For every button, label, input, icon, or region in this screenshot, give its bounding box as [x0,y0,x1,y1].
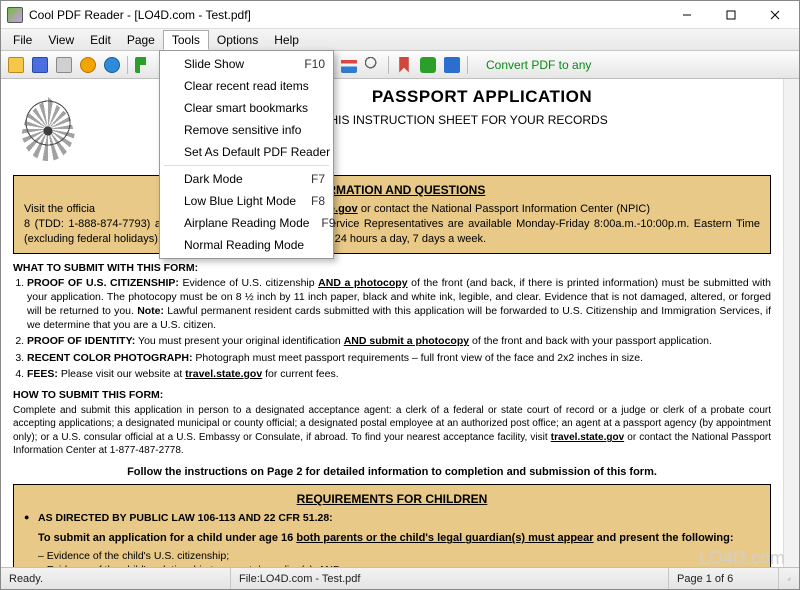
children-dash-list: Evidence of the child's U.S. citizenship… [24,549,760,567]
resize-grip-icon[interactable] [779,568,799,589]
dd-airplane[interactable]: Airplane Reading ModeF9 [160,212,333,234]
toolbar-separator [467,56,468,74]
settings-icon[interactable] [417,54,439,76]
info-box: INFORMATION AND QUESTIONS Visit the offi… [13,175,771,254]
how-to-submit-header: HOW TO SUBMIT THIS FORM: [13,389,771,401]
content-area: XXXXXXXX PASSPORT APPLICATION XXXXX AIN … [1,79,799,567]
list-item: PROOF OF U.S. CITIZENSHIP: Evidence of U… [27,276,771,333]
dd-set-default[interactable]: Set As Default PDF Reader [160,141,333,163]
chart-icon[interactable] [338,54,360,76]
app-icon [7,7,23,23]
dd-remove-sensitive[interactable]: Remove sensitive info [160,119,333,141]
close-button[interactable] [753,2,797,28]
list-item: RECENT COLOR PHOTOGRAPH: Photograph must… [27,351,771,365]
app-window: Cool PDF Reader - [LO4D.com - Test.pdf] … [0,0,800,590]
open-icon[interactable] [5,54,27,76]
exit-icon[interactable] [441,54,463,76]
dd-dark-mode[interactable]: Dark ModeF7 [160,168,333,190]
dd-normal[interactable]: Normal Reading Mode [160,234,333,256]
save-icon[interactable] [29,54,51,76]
menu-page[interactable]: Page [119,31,163,49]
follow-instruction: Follow the instructions on Page 2 for de… [13,466,771,478]
status-ready: Ready. [1,568,231,589]
info-box-body: Visit the officiae at travel.state.gov o… [24,202,760,247]
minimize-button[interactable] [665,2,709,28]
dd-slide-show[interactable]: Slide ShowF10 [160,53,333,75]
list-item: PROOF OF IDENTITY: You must present your… [27,334,771,348]
dd-clear-bookmarks[interactable]: Clear smart bookmarks [160,97,333,119]
doc-title: XXXXXXXX PASSPORT APPLICATION [13,87,771,107]
window-title: Cool PDF Reader - [LO4D.com - Test.pdf] [29,8,665,22]
bookmark-icon[interactable] [393,54,415,76]
menu-tools[interactable]: Tools [163,30,209,50]
menu-help[interactable]: Help [266,31,307,49]
find-icon[interactable] [362,54,384,76]
menu-options[interactable]: Options [209,31,266,49]
us-seal-icon [13,87,83,167]
convert-label[interactable]: Convert PDF to any [478,56,599,74]
toolbar: Convert PDF to any [1,51,799,79]
info-icon[interactable] [77,54,99,76]
status-file: File: LO4D.com - Test.pdf [231,568,669,589]
children-lead: To submit an application for a child und… [24,531,760,546]
document-viewport[interactable]: XXXXXXXX PASSPORT APPLICATION XXXXX AIN … [1,79,783,567]
tools-dropdown: Slide ShowF10 Clear recent read items Cl… [159,50,334,259]
dd-separator [164,165,329,166]
doc-subtitle: XXXXX AIN THIS INSTRUCTION SHEET FOR YOU… [13,113,771,127]
dd-low-blue[interactable]: Low Blue Light ModeF8 [160,190,333,212]
print-icon[interactable] [53,54,75,76]
what-to-submit-header: WHAT TO SUBMIT WITH THIS FORM: [13,262,771,274]
titlebar: Cool PDF Reader - [LO4D.com - Test.pdf] [1,1,799,29]
dd-clear-recent[interactable]: Clear recent read items [160,75,333,97]
statusbar: Ready. File: LO4D.com - Test.pdf Page 1 … [1,567,799,589]
first-page-icon[interactable] [132,54,154,76]
status-page: Page 1 of 6 [669,568,779,589]
how-to-submit-body: Complete and submit this application in … [13,404,771,458]
about-icon[interactable] [101,54,123,76]
menu-view[interactable]: View [40,31,82,49]
link-fees[interactable]: travel.state.gov [185,368,262,380]
children-box: REQUIREMENTS FOR CHILDREN AS DIRECTED BY… [13,484,771,567]
link-how[interactable]: travel.state.gov [551,432,624,443]
window-controls [665,2,797,28]
toolbar-separator [388,56,389,74]
children-bullets: AS DIRECTED BY PUBLIC LAW 106-113 AND 22… [24,511,760,525]
menu-edit[interactable]: Edit [82,31,119,49]
menubar: File View Edit Page Tools Options Help [1,29,799,51]
list-item: FEES: Please visit our website at travel… [27,367,771,381]
submit-list: PROOF OF U.S. CITIZENSHIP: Evidence of U… [27,276,771,381]
toolbar-separator [127,56,128,74]
maximize-button[interactable] [709,2,753,28]
vertical-scrollbar[interactable] [783,79,799,567]
menu-file[interactable]: File [5,31,40,49]
